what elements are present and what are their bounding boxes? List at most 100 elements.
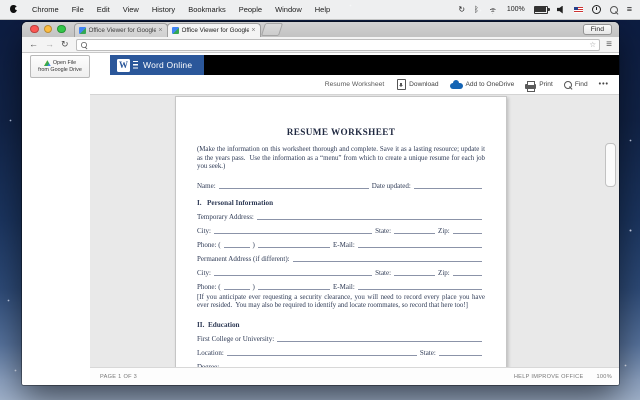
- window-controls: [30, 24, 66, 33]
- field-label: City:: [197, 268, 212, 277]
- download-button[interactable]: Download: [397, 79, 439, 90]
- bluetooth-icon[interactable]: ᛒ: [474, 5, 479, 14]
- volume-icon[interactable]: [556, 5, 563, 14]
- forward-button[interactable]: →: [45, 40, 54, 49]
- blank-line: [394, 274, 436, 276]
- field-label: Temporary Address:: [197, 212, 254, 221]
- input-language-flag-icon[interactable]: [573, 6, 583, 13]
- blank-line: [256, 218, 482, 220]
- tab-close-icon[interactable]: ×: [251, 27, 255, 34]
- notification-center-icon[interactable]: ≡: [627, 4, 632, 14]
- blank-line: [223, 246, 250, 248]
- menubar-item-bookmarks[interactable]: Bookmarks: [188, 5, 226, 14]
- tab-title: Office Viewer for Google D: [88, 27, 157, 34]
- doc-line-fields: City: State: Zip:: [197, 264, 485, 278]
- viewer-header: W Word Online: [90, 55, 619, 75]
- minimize-window-button[interactable]: [43, 24, 52, 33]
- menubar-item-edit[interactable]: Edit: [97, 5, 110, 14]
- word-online-brand[interactable]: W Word Online: [110, 55, 205, 75]
- blank-line: [214, 274, 373, 276]
- field-label: E-Mail:: [333, 240, 355, 249]
- doc-line-heading: I. Personal Information: [197, 198, 274, 207]
- viewer-toolbar: Resume Worksheet Download Add to OneDriv…: [90, 75, 619, 94]
- browser-tab-2[interactable]: Office Viewer for Google D ×: [166, 23, 261, 37]
- field-label: ): [252, 282, 255, 291]
- field-label: Zip:: [438, 268, 450, 277]
- battery-percentage: 100%: [506, 6, 525, 13]
- doc-line-fields: City: State: Zip:: [197, 222, 485, 236]
- word-online-viewer: W Word Online Resume Worksheet Download …: [90, 53, 619, 385]
- chrome-menu-icon[interactable]: ≡: [606, 39, 612, 49]
- find-in-doc-button[interactable]: Find: [563, 80, 588, 89]
- blank-line: [357, 246, 482, 248]
- clock-icon[interactable]: [591, 5, 601, 14]
- zoom-window-button[interactable]: [57, 24, 66, 33]
- add-to-onedrive-button[interactable]: Add to OneDrive: [449, 80, 514, 89]
- header-black-bar: [204, 55, 619, 75]
- field-label: Location:: [197, 348, 224, 357]
- battery-icon[interactable]: [533, 5, 550, 14]
- doc-line-fields: Phone: () E-Mail:: [197, 278, 485, 292]
- page-indicator: PAGE 1 OF 3: [100, 373, 138, 380]
- find-button[interactable]: Find: [582, 24, 612, 35]
- omnibox[interactable]: ☆: [75, 38, 601, 51]
- tab-favicon: [78, 27, 86, 34]
- menubar-item-view[interactable]: View: [123, 5, 139, 14]
- doc-line-para: (Make the information on this worksheet …: [197, 146, 487, 171]
- menubar-item-chrome[interactable]: Chrome: [32, 5, 59, 14]
- menubar-app-menus: Chrome File Edit View History Bookmarks People…: [10, 4, 330, 15]
- print-button[interactable]: Print: [525, 80, 553, 92]
- close-window-button[interactable]: [30, 24, 39, 33]
- menubar-status-icons: ↻ ᛒ 100% ≡: [458, 4, 632, 14]
- apple-menu[interactable]: [10, 4, 19, 15]
- doc-line-heading: II. Education: [197, 320, 240, 329]
- bookmark-star-icon[interactable]: ☆: [589, 40, 596, 49]
- browser-tab-1[interactable]: Office Viewer for Google D ×: [73, 23, 168, 37]
- blank-line: [218, 187, 369, 189]
- blank-line: [452, 274, 482, 276]
- menubar-item-window[interactable]: Window: [275, 5, 302, 14]
- drive-button-line2: from Google Drive: [38, 66, 82, 73]
- tab-title: Office Viewer for Google D: [181, 27, 250, 34]
- blank-line: [394, 232, 436, 234]
- field-label: ): [252, 240, 255, 249]
- scrollbar-thumb[interactable]: [605, 143, 616, 187]
- word-logo-lines-icon: [133, 60, 138, 70]
- onedrive-cloud-icon: [449, 80, 463, 89]
- blank-line: [452, 232, 482, 234]
- menubar-item-file[interactable]: File: [72, 5, 84, 14]
- doc-line-fields: Phone: () E-Mail:: [197, 236, 485, 250]
- more-options-button[interactable]: •••: [599, 81, 609, 88]
- new-tab-button[interactable]: [260, 23, 283, 36]
- menubar-item-people[interactable]: People: [239, 5, 262, 14]
- back-button[interactable]: ←: [29, 40, 38, 49]
- browser-window: Office Viewer for Google D × Office Viewer…: [22, 22, 619, 385]
- toolbar-actions: Download Add to OneDrive Print Find •••: [397, 79, 609, 92]
- header-gap: [90, 55, 110, 75]
- field-label: Zip:: [438, 226, 450, 235]
- field-label: State:: [419, 348, 436, 357]
- doc-line-fields: Location: State:: [197, 344, 485, 358]
- help-improve-office-link[interactable]: HELP IMPROVE OFFICE: [514, 374, 584, 380]
- tab-close-icon[interactable]: ×: [158, 27, 162, 34]
- menubar-item-help[interactable]: Help: [315, 5, 330, 14]
- address-input[interactable]: [90, 40, 590, 49]
- blank-line: [438, 354, 482, 356]
- zoom-level[interactable]: 100%: [596, 374, 612, 380]
- open-file-from-drive-button[interactable]: Open File from Google Drive: [30, 55, 90, 78]
- field-label: State:: [375, 268, 392, 277]
- field-label: Name:: [197, 181, 216, 190]
- spotlight-search-icon[interactable]: [609, 5, 618, 14]
- blank-line: [223, 288, 250, 290]
- doc-body: RESUME WORKSHEET (Make the information on…: [176, 97, 506, 368]
- menubar-item-history[interactable]: History: [152, 5, 175, 14]
- wifi-icon[interactable]: [487, 5, 498, 14]
- google-drive-icon: [43, 60, 51, 67]
- sync-icon[interactable]: ↻: [458, 5, 465, 14]
- print-icon: [525, 80, 537, 92]
- doc-line-para: [If you anticipate ever requesting a sec…: [197, 293, 487, 310]
- field-label: Phone: (: [197, 240, 221, 249]
- brand-label: Word Online: [143, 60, 193, 70]
- reload-button[interactable]: ↻: [61, 40, 69, 49]
- web-page-content: Open File from Google Drive W Word Onlin…: [22, 53, 619, 385]
